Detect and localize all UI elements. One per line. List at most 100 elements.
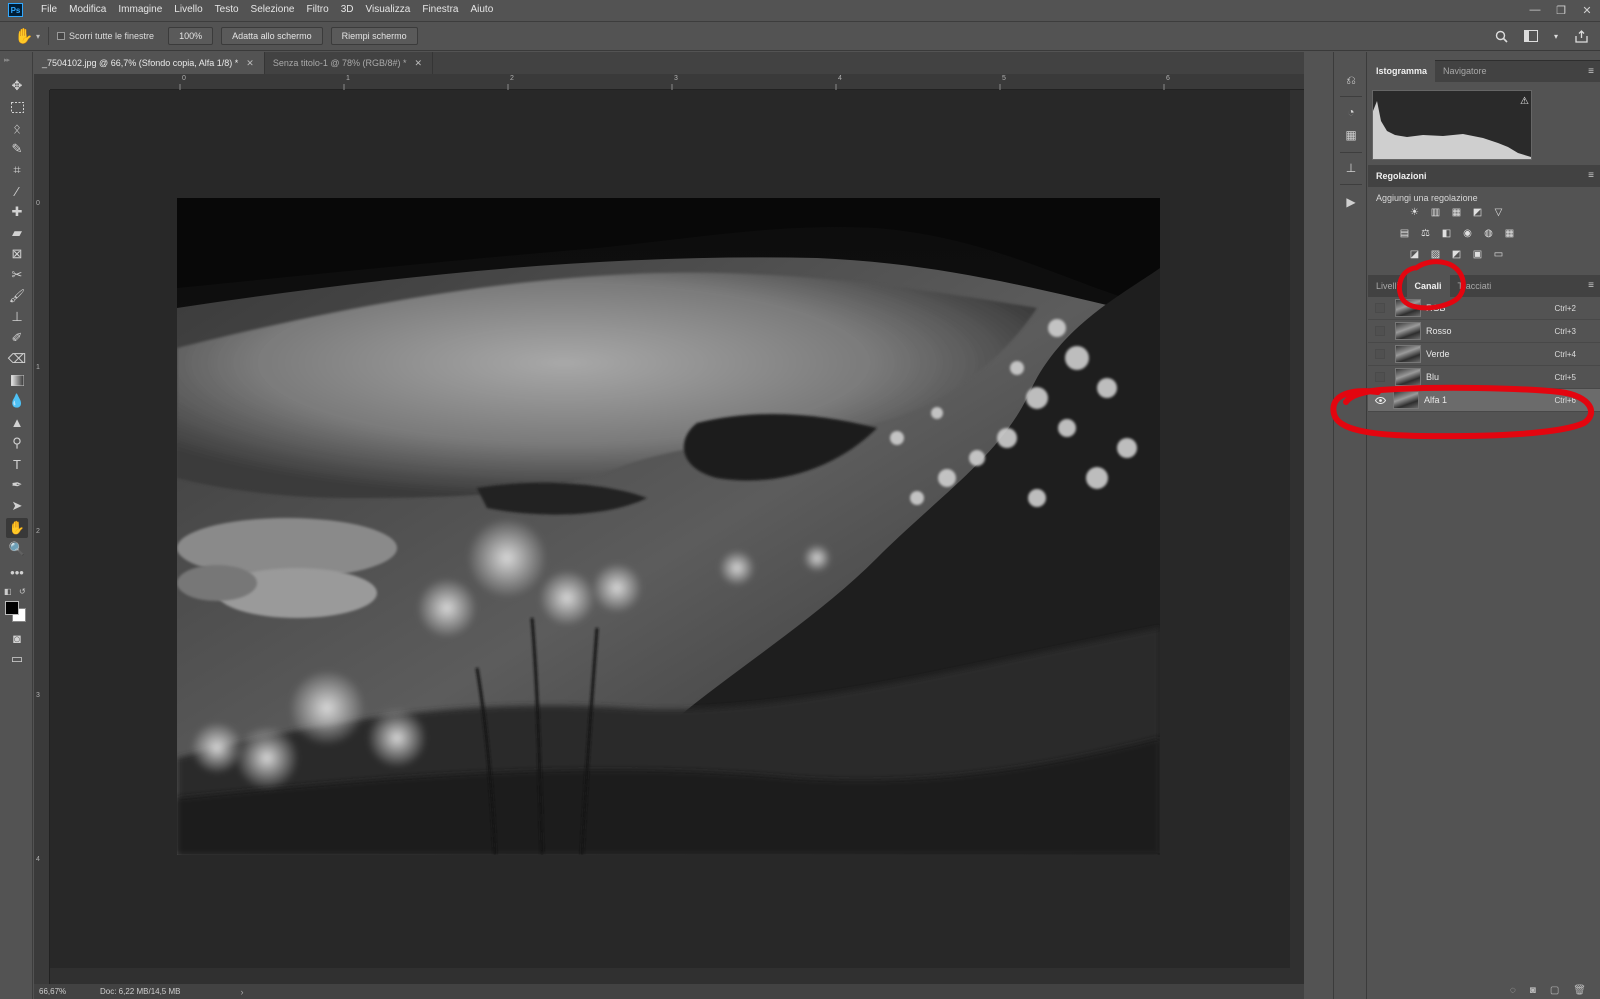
zoom-tool-icon[interactable]: 🔍 [6,539,28,559]
grid-panel-icon[interactable]: ▦ [1341,125,1361,145]
channel-row-blu[interactable]: Blu Ctrl+5 [1368,366,1600,389]
visibility-toggle[interactable] [1375,372,1385,382]
menu-finestra[interactable]: Finestra [416,0,464,20]
black-white-icon[interactable]: ◧ [1440,227,1453,239]
workspace-icon[interactable] [1522,27,1540,45]
threshold-icon[interactable]: ◩ [1450,248,1463,260]
chevron-down-icon[interactable]: ▾ [1552,27,1560,45]
play-icon[interactable]: ▶ [1341,192,1361,212]
frame-tool-icon[interactable]: ⊠ [6,244,28,264]
history-brush-tool-icon[interactable]: ✐ [6,328,28,348]
visibility-toggle[interactable] [1375,326,1385,336]
zoom-level[interactable]: 66,67% [34,987,94,996]
horizontal-scrollbar[interactable] [50,968,1290,984]
levels-icon[interactable]: ▥ [1429,206,1442,218]
quick-mask-icon[interactable]: ◙ [6,628,28,648]
menu-file[interactable]: File [35,0,63,20]
restore-button[interactable]: ❐ [1548,0,1574,20]
channel-row-verde[interactable]: Verde Ctrl+4 [1368,343,1600,366]
curves-icon[interactable]: ▦ [1450,206,1463,218]
menu-visualizza[interactable]: Visualizza [360,0,417,20]
photo-filter-icon[interactable]: ◉ [1461,227,1474,239]
menu-immagine[interactable]: Immagine [112,0,168,20]
hue-saturation-icon[interactable]: ▤ [1398,227,1411,239]
menu-filtro[interactable]: Filtro [300,0,334,20]
adjustments-title[interactable]: Regolazioni [1368,171,1427,181]
eye-icon[interactable] [1373,393,1387,407]
sharpen-tool-icon[interactable]: ▲ [6,412,28,432]
menu-modifica[interactable]: Modifica [63,0,112,20]
ruler-corner[interactable] [34,74,50,90]
panel-menu-icon[interactable]: ≡ [1588,280,1594,291]
close-icon[interactable]: ✕ [246,58,254,69]
selective-color-icon[interactable]: ▣ [1471,248,1484,260]
gradient-map-icon[interactable]: ▭ [1492,248,1505,260]
color-balance-icon[interactable]: ⚖ [1419,227,1432,239]
posterize-icon[interactable]: ▨ [1429,248,1442,260]
clone-source-panel-icon[interactable]: ⊥ [1341,158,1361,178]
grip-icon[interactable]: ▸▸ [4,56,10,64]
channel-mixer-icon[interactable]: ◍ [1482,227,1495,239]
trash-icon[interactable]: 🗑 [1573,985,1586,996]
tab-canali[interactable]: Canali [1406,275,1450,297]
clone-stamp-tool-icon[interactable]: ⊥ [6,307,28,327]
minimize-button[interactable]: — [1522,0,1548,20]
eraser-tool-icon[interactable]: ⌫ [6,349,28,369]
fill-screen-button[interactable]: Riempi schermo [330,27,418,45]
share-icon[interactable] [1572,27,1590,45]
exposure-icon[interactable]: ◩ [1471,206,1484,218]
healing-brush-tool-icon[interactable]: ▰ [6,223,28,243]
quick-selection-tool-icon[interactable]: ✎ [6,139,28,159]
gradient-tool-icon[interactable] [6,370,28,390]
invert-icon[interactable]: ◪ [1408,248,1421,260]
vertical-ruler[interactable]: 0 1 2 3 4 [34,90,50,984]
brightness-icon[interactable]: ☀ [1408,206,1421,218]
blur-tool-icon[interactable]: 💧 [6,391,28,411]
tab-navigatore[interactable]: Navigatore [1435,60,1495,82]
chevron-right-icon[interactable]: › [240,987,243,997]
crop-tool-icon[interactable]: ⌗ [6,160,28,180]
dodge-tool-icon[interactable]: ⚲ [6,433,28,453]
save-selection-icon[interactable]: ◙ [1530,985,1536,996]
menu-testo[interactable]: Testo [209,0,245,20]
channel-row-rgb[interactable]: RGB Ctrl+2 [1368,297,1600,320]
foreground-color-swatch[interactable] [5,601,19,615]
eyedropper-tool-icon[interactable]: ⁄ [6,181,28,201]
default-colors-icon[interactable]: ◧ [4,587,12,596]
marquee-tool-icon[interactable] [6,97,28,117]
scissors-icon[interactable]: ✂ [6,265,28,285]
tab-document-2[interactable]: Senza titolo-1 @ 78% (RGB/8#) * ✕ [265,52,434,74]
close-button[interactable]: ✕ [1574,0,1600,20]
channel-row-rosso[interactable]: Rosso Ctrl+3 [1368,320,1600,343]
panel-menu-icon[interactable]: ≡ [1588,170,1594,181]
checkbox-box[interactable] [57,32,66,40]
chevron-down-icon[interactable]: ▾ [36,32,40,41]
scroll-all-windows-checkbox[interactable]: Scorri tutte le finestre [57,31,154,41]
menu-3d[interactable]: 3D [335,0,360,20]
move-tool-icon[interactable]: ✥ [6,76,28,96]
horizontal-ruler[interactable]: 0 1 2 3 4 5 6 [50,74,1304,90]
canvas-photo[interactable] [177,198,1160,855]
spot-healing-tool-icon[interactable]: ✚ [6,202,28,222]
vertical-scrollbar[interactable] [1290,90,1304,984]
swap-colors-icon[interactable]: ↺ [19,587,26,596]
menu-livello[interactable]: Livello [168,0,208,20]
history-panel-icon[interactable]: ⎌ [1341,70,1361,90]
pen-tool-icon[interactable]: ✒ [6,475,28,495]
menu-selezione[interactable]: Selezione [245,0,301,20]
path-selection-tool-icon[interactable]: ➤ [6,496,28,516]
type-tool-icon[interactable]: T [6,454,28,474]
channel-row-alfa-1[interactable]: Alfa 1 Ctrl+6 [1368,389,1600,412]
warning-icon[interactable]: ⚠ [1520,96,1529,107]
visibility-toggle[interactable] [1375,303,1385,313]
tab-tracciati[interactable]: Tracciati [1450,275,1500,297]
new-channel-icon[interactable]: ▢ [1550,985,1559,996]
load-selection-icon[interactable]: ◌ [1510,985,1516,996]
hand-tool-preset-icon[interactable]: ✋ [14,26,34,46]
color-lookup-icon[interactable]: ▦ [1503,227,1516,239]
zoom-100-button[interactable]: 100% [168,27,214,45]
panel-menu-icon[interactable]: ≡ [1588,66,1594,77]
tab-istogramma[interactable]: Istogramma [1368,60,1436,82]
close-icon[interactable]: ✕ [415,58,423,69]
tab-document-1[interactable]: _7504102.jpg @ 66,7% (Sfondo copia, Alfa… [34,52,265,74]
